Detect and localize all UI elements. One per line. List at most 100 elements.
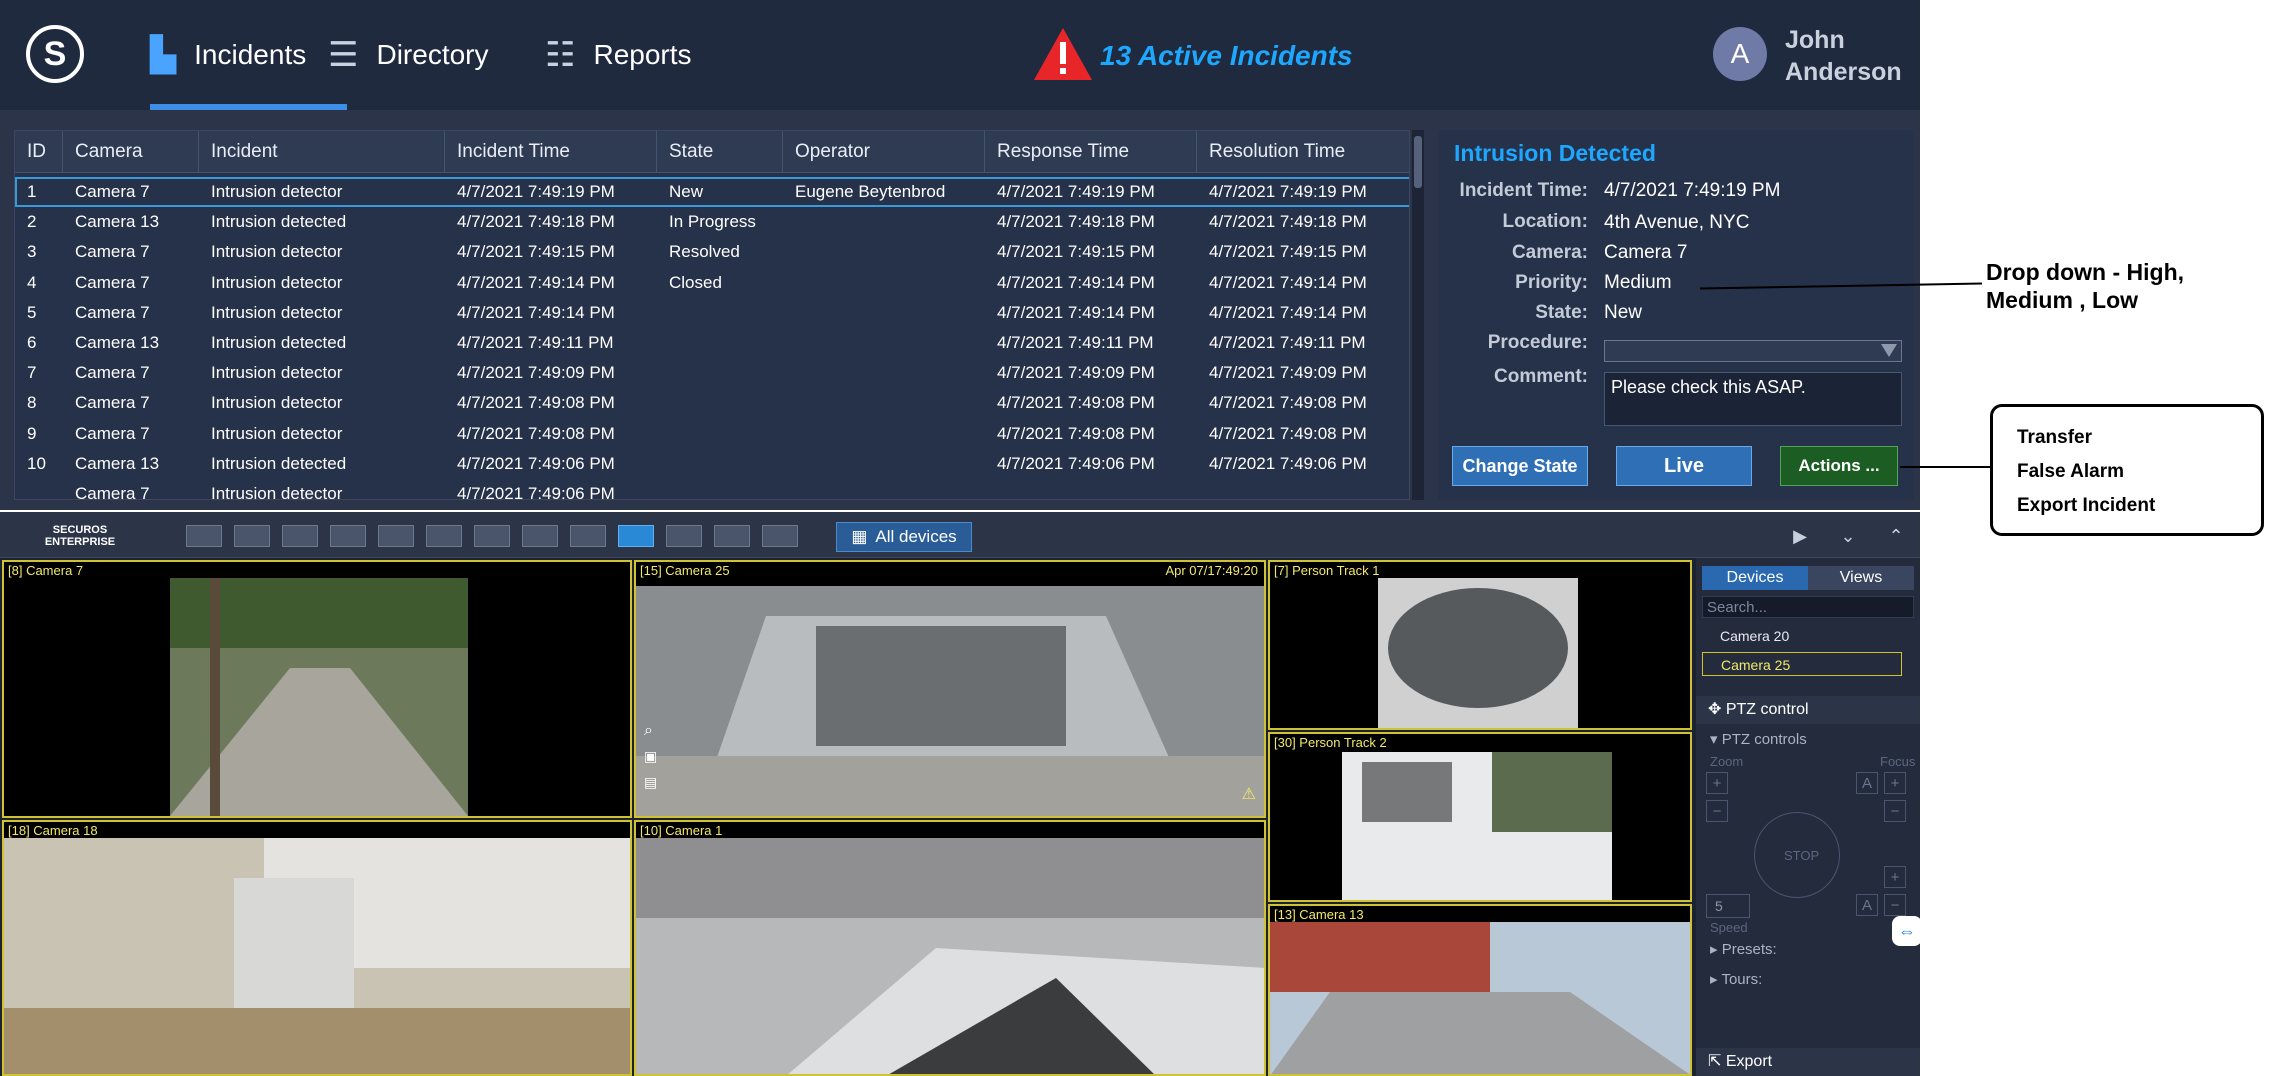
layout-grid-button[interactable] [426,525,462,547]
active-incidents-count[interactable]: 13 Active Incidents [1100,40,1353,72]
tab-views[interactable]: Views [1808,566,1914,590]
comment-field[interactable]: Please check this ASAP. [1604,372,1902,426]
table-cell: Intrusion detector [211,242,343,262]
device-search-input[interactable]: Search... [1702,596,1914,618]
camera-tile[interactable]: [10] Camera 1 [634,820,1266,1076]
preset-remove-button[interactable]: − [1884,894,1906,916]
brand-line2: ENTERPRISE [44,536,116,548]
table-cell: 2 [27,212,37,232]
table-row[interactable]: 3 Camera 7 Intrusion detector 4/7/2021 7:49… [15,237,1409,267]
caret-right-icon: ▸ [1710,941,1722,958]
camera-tile[interactable]: [15] Camera 25 Apr 07/17:49:20 ⌕ ▣ ▤ ⚠ [634,560,1266,818]
chevron-up-icon[interactable]: ⌃ [1882,522,1910,550]
ptz-icon: ✥ [1708,701,1726,718]
table-cell: 6 [27,333,37,352]
caret-right-icon: ▸ [1710,971,1722,988]
table-cell [985,479,1197,499]
nav-directory[interactable]: ☰ Directory [328,30,489,80]
camera-tile[interactable]: [13] Camera 13 [1268,904,1692,1076]
app-logo[interactable]: S [26,25,84,83]
export-header[interactable]: ⇱ Export [1696,1048,1920,1076]
table-row[interactable]: 9 Camera 7 Intrusion detector 4/7/2021 7:49… [15,419,1409,449]
table-row[interactable]: 5 Camera 7 Intrusion detector 4/7/2021 7:49… [15,298,1409,328]
preset-add-button[interactable]: + [1884,866,1906,888]
snapshot-icon[interactable]: ▣ [644,748,657,765]
column-header[interactable]: ID [15,131,63,173]
layout-grid-button[interactable] [762,525,798,547]
camera-tile[interactable]: [18] Camera 18 [2,820,632,1076]
user-name[interactable]: John Anderson [1785,24,1902,88]
all-devices-button[interactable]: ▦ All devices [836,522,972,552]
layout-grid-button[interactable] [666,525,702,547]
layout-grid-button[interactable] [474,525,510,547]
chevron-down-icon[interactable]: ⌄ [1834,522,1862,550]
layout-grid-button[interactable] [618,525,654,547]
ptz-control-header[interactable]: ✥ PTZ control [1696,696,1920,724]
layout-grid-button[interactable] [282,525,318,547]
table-row[interactable]: 6 Camera 13 Intrusion detected 4/7/2021 7:4… [15,328,1409,358]
table-cell: 4/7/2021 7:49:06 PM [457,484,615,500]
column-header[interactable]: Incident Time [445,131,657,173]
table-row[interactable]: 8 Camera 7 Intrusion detector 4/7/2021 7:49… [15,388,1409,418]
nav-reports[interactable]: ☷ Reports [545,30,692,80]
zoom-in-button[interactable]: + [1706,772,1728,794]
layout-grid-button[interactable] [330,525,366,547]
scrollbar-thumb[interactable] [1414,136,1422,188]
table-row[interactable]: 7 Camera 7 Intrusion detector 4/7/2021 7:49… [15,358,1409,388]
priority-dropdown[interactable]: Medium [1604,272,1672,294]
layout-grid-button[interactable] [714,525,750,547]
column-header[interactable]: Resolution Time [1197,131,1409,173]
layout-grid-button[interactable] [234,525,270,547]
remote-support-icon[interactable]: ⇔ [1892,916,1922,946]
live-button[interactable]: Live [1616,446,1752,486]
nav-incidents[interactable]: ▙ Incidents [150,30,306,80]
table-cell [657,358,783,388]
layout-grid-button[interactable] [570,525,606,547]
column-header[interactable]: Camera [63,131,199,173]
auto-focus-button[interactable]: A [1856,772,1878,794]
device-list-item[interactable]: Camera 25 [1702,652,1902,676]
table-cell: Closed [669,272,722,292]
incident-title: Intrusion Detected [1454,140,1656,166]
bookmark-icon[interactable]: ▤ [644,774,657,791]
speed-stepper[interactable]: 5 [1706,894,1750,918]
column-header[interactable]: Operator [783,131,985,173]
change-state-button[interactable]: Change State [1452,446,1588,486]
column-header[interactable]: Response Time [985,131,1197,173]
camera-tile[interactable]: [8] Camera 7 [2,560,632,818]
focus-far-button[interactable]: − [1884,800,1906,822]
ptz-controls-section[interactable]: ▾ PTZ controls [1710,730,1807,748]
table-row[interactable]: 4 Camera 7 Intrusion detector 4/7/2021 7:49… [15,268,1409,298]
camera-tile[interactable]: [7] Person Track 1 [1268,560,1692,730]
table-row[interactable]: 2 Camera 13 Intrusion detected 4/7/2021 7:4… [15,207,1409,237]
procedure-dropdown[interactable] [1604,340,1902,362]
table-cell: Intrusion detector [211,484,343,500]
zoom-out-button[interactable]: − [1706,800,1728,822]
table-cell: Camera 7 [75,272,150,292]
search-icon[interactable]: ⌕ [644,722,653,740]
nav-directory-label: Directory [376,39,489,70]
focus-near-button[interactable]: + [1884,772,1906,794]
ptz-stop-button[interactable]: STOP [1784,848,1819,863]
table-row[interactable]: 1 Camera 7 Intrusion detector 4/7/2021 7:49… [15,177,1409,207]
table-row[interactable]: 10 Camera 13 Intrusion detected 4/7/2021 7:… [15,449,1409,479]
presets-section[interactable]: ▸ Presets: [1710,940,1777,958]
comment-label: Comment: [1494,366,1588,387]
layout-grid-button[interactable] [378,525,414,547]
column-header[interactable]: State [657,131,783,173]
avatar[interactable]: A [1713,27,1767,81]
actions-button[interactable]: Actions ... [1780,446,1898,486]
column-header[interactable]: Incident [199,131,445,173]
layout-grid-button[interactable] [522,525,558,547]
camera-label: [10] Camera 1 [640,823,723,838]
tab-devices[interactable]: Devices [1702,566,1808,590]
layout-grid-button[interactable] [186,525,222,547]
play-icon[interactable]: ▶ [1786,522,1814,550]
table-scrollbar[interactable] [1412,130,1424,500]
user-first-name: John [1785,26,1845,54]
table-row[interactable]: Camera 7 Intrusion detector 4/7/2021 7:49:… [15,479,1409,500]
camera-tile[interactable]: [30] Person Track 2 [1268,732,1692,902]
preset-a-button[interactable]: A [1856,894,1878,916]
device-list-item[interactable]: Camera 20 [1702,624,1902,648]
tours-section[interactable]: ▸ Tours: [1710,970,1762,988]
